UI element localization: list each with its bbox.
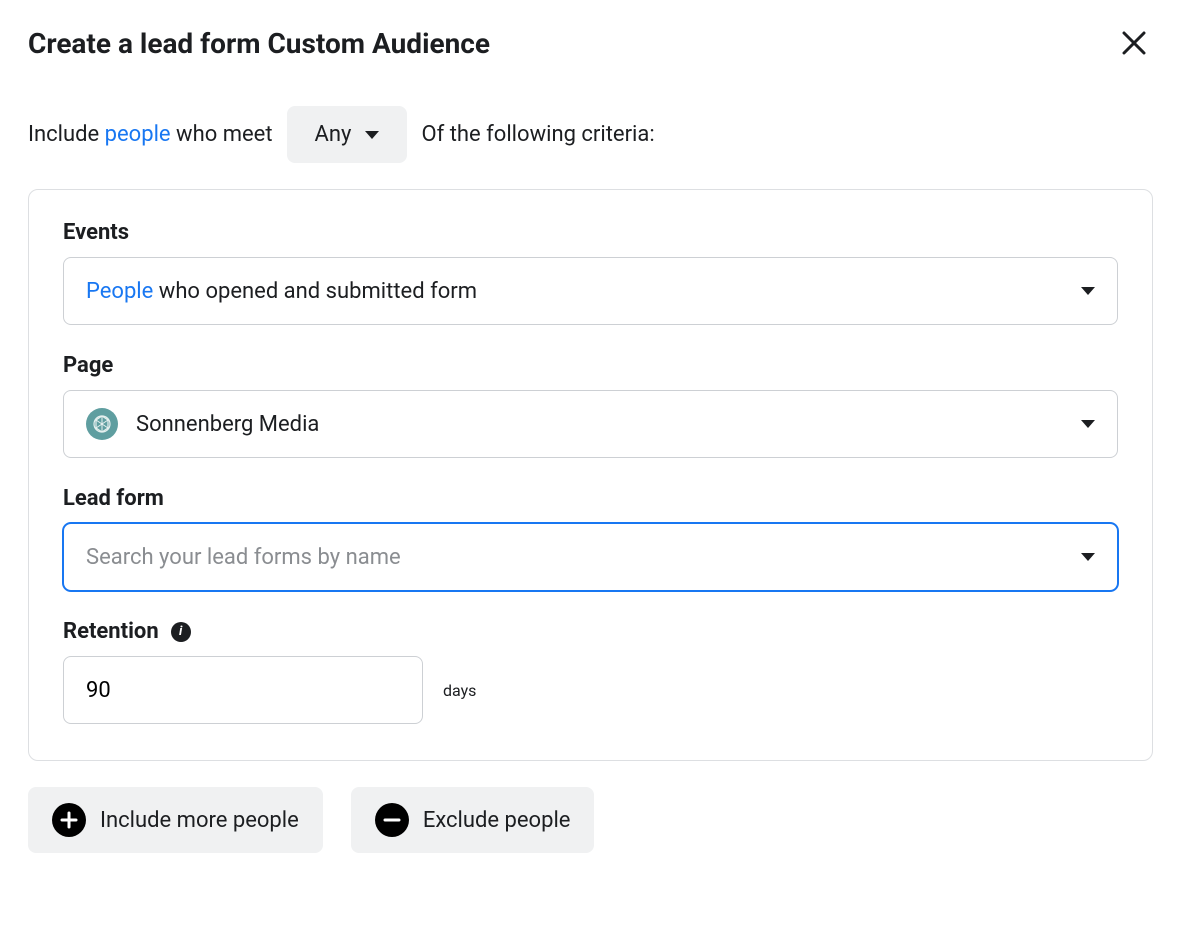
chevron-down-icon (1081, 553, 1095, 561)
lead-form-search[interactable]: Search your lead forms by name (63, 523, 1118, 591)
criteria-who-meet: who meet (171, 122, 273, 147)
retention-input[interactable] (63, 656, 423, 724)
info-icon[interactable]: i (171, 622, 191, 642)
match-mode-label: Any (315, 122, 352, 147)
retention-label: Retention (63, 619, 159, 644)
page-label: Page (63, 353, 1118, 378)
close-button[interactable] (1115, 24, 1153, 62)
match-mode-select[interactable]: Any (287, 106, 408, 163)
events-label: Events (63, 220, 1118, 245)
lead-form-placeholder: Search your lead forms by name (86, 545, 401, 570)
exclude-button[interactable]: Exclude people (351, 787, 595, 853)
page-value: Sonnenberg Media (136, 412, 319, 437)
exclude-label: Exclude people (423, 808, 571, 833)
criteria-prefix: Include (28, 122, 105, 147)
retention-unit: days (443, 681, 476, 700)
criteria-panel: Events People who opened and submitted f… (28, 189, 1153, 761)
plus-circle-icon (52, 803, 86, 837)
people-link[interactable]: people (105, 122, 171, 147)
lead-form-section: Lead form Search your lead forms by name (63, 486, 1118, 591)
criteria-suffix: Of the following criteria: (421, 122, 654, 147)
page-select[interactable]: Sonnenberg Media (63, 390, 1118, 458)
page-title: Create a lead form Custom Audience (28, 27, 490, 60)
lead-form-label: Lead form (63, 486, 1118, 511)
include-more-button[interactable]: Include more people (28, 787, 323, 853)
events-people-link: People (86, 279, 153, 304)
include-more-label: Include more people (100, 808, 299, 833)
footer-actions: Include more people Exclude people (28, 787, 1153, 853)
page-section: Page Sonnenberg Media (63, 353, 1118, 458)
chevron-down-icon (365, 131, 379, 139)
close-icon (1121, 30, 1147, 56)
criteria-sentence: Include people who meet Any Of the follo… (28, 106, 1153, 163)
page-avatar-icon (86, 408, 118, 440)
minus-circle-icon (375, 803, 409, 837)
chevron-down-icon (1081, 287, 1095, 295)
retention-section: Retention i days (63, 619, 1118, 724)
events-rest: who opened and submitted form (153, 279, 477, 304)
chevron-down-icon (1081, 420, 1095, 428)
events-select[interactable]: People who opened and submitted form (63, 257, 1118, 325)
events-section: Events People who opened and submitted f… (63, 220, 1118, 325)
